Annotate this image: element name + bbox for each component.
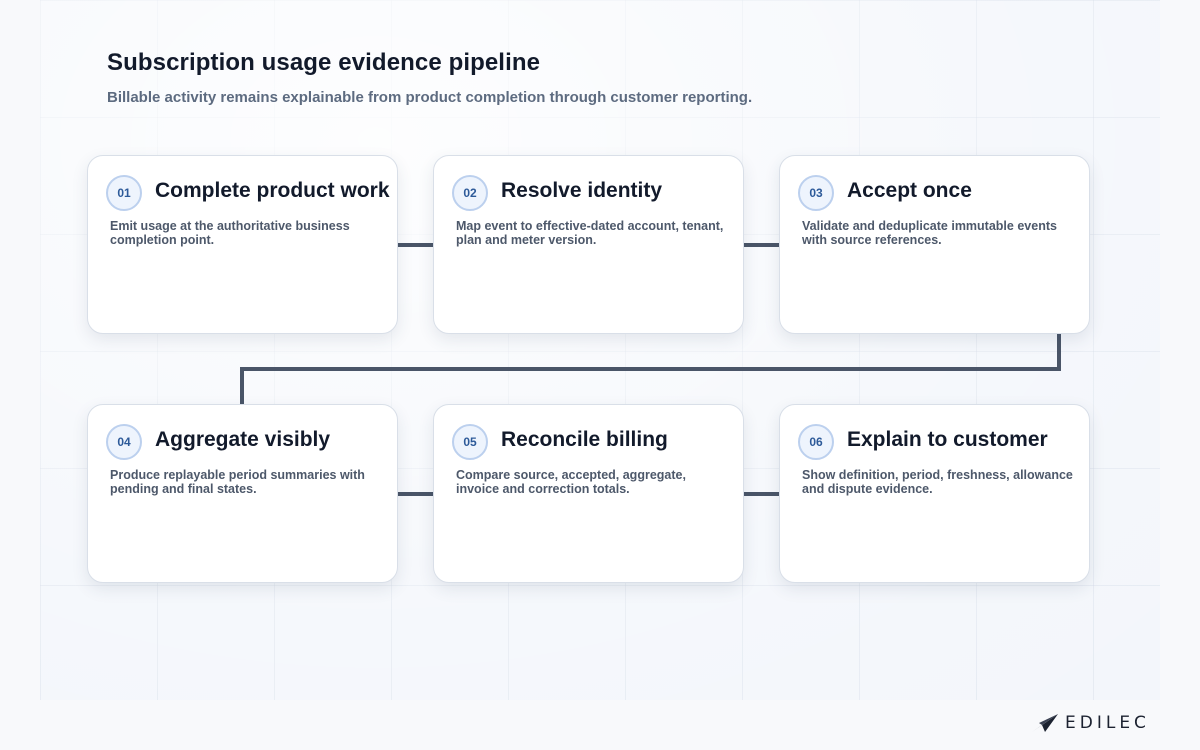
step-description: Map event to effective-dated account, te… xyxy=(456,219,724,247)
step-number-badge: 01 xyxy=(106,175,142,211)
step-card-01: 01 Complete product work Emit usage at t… xyxy=(87,155,398,334)
step-description: Emit usage at the authoritative business… xyxy=(110,219,350,247)
step-number-badge: 06 xyxy=(798,424,834,460)
step-number-badge: 04 xyxy=(106,424,142,460)
step-description: Compare source, accepted, aggregate, inv… xyxy=(456,468,686,496)
paper-plane-mark-icon xyxy=(1032,714,1058,732)
step-description: Validate and deduplicate immutable event… xyxy=(802,219,1057,247)
step-number-badge: 02 xyxy=(452,175,488,211)
step-title: Resolve identity xyxy=(501,179,663,202)
step-card-06: 06 Explain to customer Show definition, … xyxy=(779,404,1090,583)
step-card-03: 03 Accept once Validate and deduplicate … xyxy=(779,155,1090,334)
step-title: Explain to customer xyxy=(847,428,1048,451)
step-number-badge: 03 xyxy=(798,175,834,211)
step-card-05: 05 Reconcile billing Compare source, acc… xyxy=(433,404,744,583)
connector-03-04 xyxy=(240,334,1061,405)
step-description: Produce replayable period summaries with… xyxy=(110,468,365,496)
connectors xyxy=(240,243,1061,496)
step-card-02: 02 Resolve identity Map event to effecti… xyxy=(433,155,744,334)
step-title: Reconcile billing xyxy=(501,428,668,451)
step-title: Accept once xyxy=(847,179,972,202)
brand-logo: EDILEC xyxy=(1031,711,1150,735)
step-title: Complete product work xyxy=(155,179,390,202)
step-title: Aggregate visibly xyxy=(155,428,331,451)
step-description: Show definition, period, freshness, allo… xyxy=(802,468,1073,496)
brand-logo-text: EDILEC xyxy=(1065,713,1150,733)
step-card-04: 04 Aggregate visibly Produce replayable … xyxy=(87,404,398,583)
step-number-badge: 05 xyxy=(452,424,488,460)
